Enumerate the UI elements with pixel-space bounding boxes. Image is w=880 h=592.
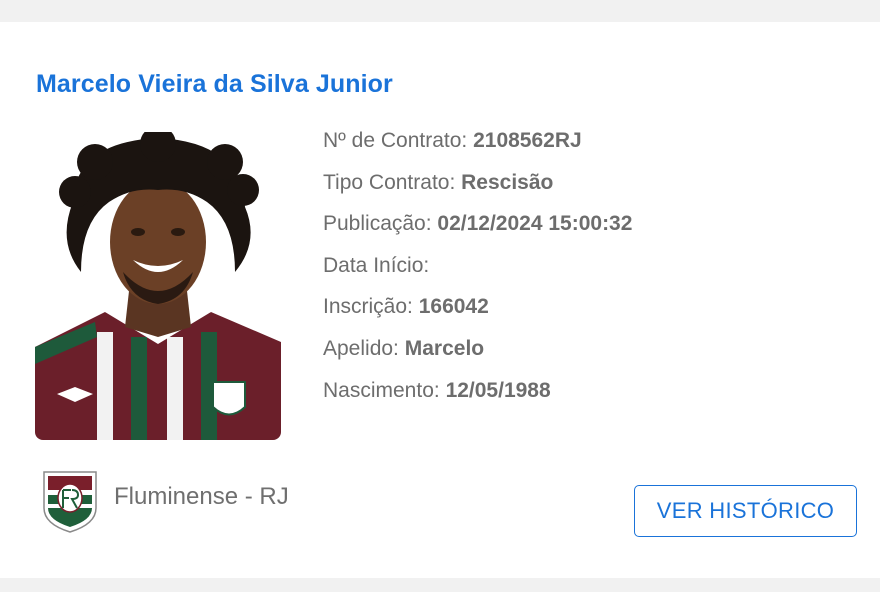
birth-date-row: Nascimento: 12/05/1988 — [323, 376, 632, 418]
contract-type-row: Tipo Contrato: Rescisão — [323, 168, 632, 210]
contract-number-label: Nº de Contrato: — [323, 129, 468, 152]
fluminense-crest-icon — [43, 471, 97, 533]
start-date-row: Data Início: — [323, 251, 632, 293]
player-card: Marcelo Vieira da Silva Junior Nº de Con… — [0, 22, 880, 578]
player-name: Marcelo Vieira da Silva Junior — [36, 70, 393, 98]
registration-value: 166042 — [418, 295, 489, 319]
nickname-row: Apelido: Marcelo — [323, 334, 632, 376]
birth-date-value: 12/05/1988 — [445, 378, 551, 402]
registration-row: Inscrição: 166042 — [323, 292, 632, 334]
contract-type-value: Rescisão — [461, 170, 554, 194]
contract-info: Nº de Contrato: 2108562RJ Tipo Contrato:… — [323, 126, 632, 417]
contract-type-label: Tipo Contrato: — [323, 170, 456, 194]
view-history-button[interactable]: VER HISTÓRICO — [634, 485, 857, 537]
nickname-label: Apelido: — [323, 336, 399, 360]
publication-value: 02/12/2024 15:00:32 — [437, 212, 633, 236]
contract-number-value: 2108562RJ — [473, 129, 582, 152]
player-photo — [35, 132, 281, 440]
publication-label: Publicação: — [323, 212, 432, 236]
contract-number-row: Nº de Contrato: 2108562RJ — [323, 126, 632, 168]
registration-label: Inscrição: — [323, 295, 413, 319]
nickname-value: Marcelo — [404, 336, 485, 360]
start-date-label: Data Início: — [323, 253, 430, 277]
club-name: Fluminense - RJ — [114, 483, 289, 510]
birth-date-label: Nascimento: — [323, 378, 440, 402]
publication-row: Publicação: 02/12/2024 15:00:32 — [323, 209, 632, 251]
club-info: Fluminense - RJ — [40, 468, 289, 534]
